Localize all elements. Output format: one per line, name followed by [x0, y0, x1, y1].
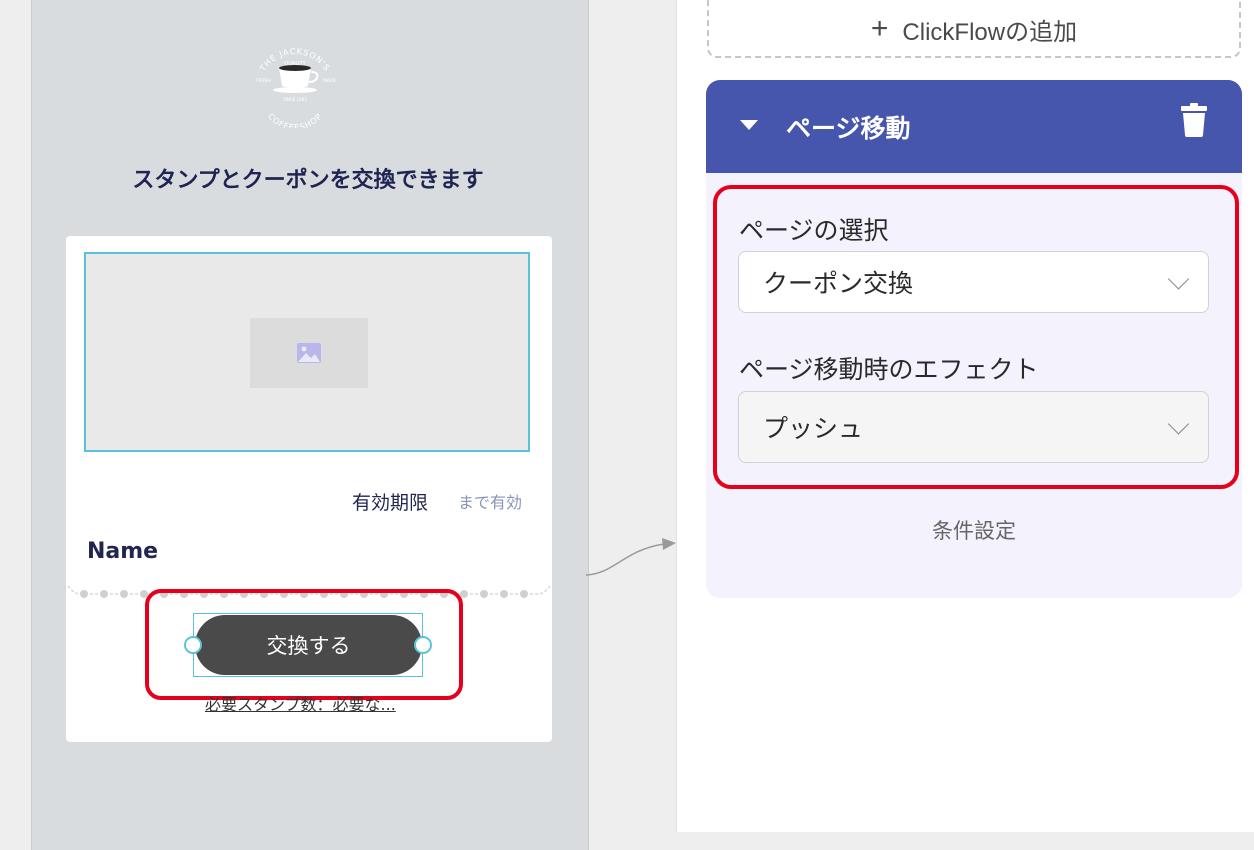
logo-right-text: MADE — [323, 78, 336, 84]
flow-arrow-icon — [585, 538, 676, 576]
add-clickflow-button[interactable]: + ClickFlowの追加 — [707, 0, 1241, 58]
panel-title: ページ移動 — [786, 114, 911, 143]
highlight-box-settings — [713, 185, 1239, 489]
image-placeholder-inner — [250, 318, 368, 388]
name-label: Name — [87, 539, 159, 564]
expiry-label: 有効期限 — [352, 492, 429, 514]
trash-icon[interactable] — [1181, 103, 1207, 137]
logo-since: SINCE 1983 — [283, 97, 307, 102]
add-clickflow-label: ClickFlowの追加 — [902, 18, 1078, 46]
panel-header[interactable]: ページ移動 — [706, 80, 1242, 173]
caret-down-icon[interactable] — [740, 120, 758, 130]
logo-left-text: FRESH — [256, 78, 271, 84]
required-stamps-link[interactable]: 必要スタンプ数：必要な... — [205, 691, 396, 715]
image-placeholder[interactable] — [84, 252, 530, 452]
coffee-logo: THE JACKSON'S COFFEESHOP QUALITY FRESH M… — [256, 47, 336, 128]
condition-settings-link[interactable]: 条件設定 — [706, 515, 1242, 545]
page-heading: スタンプとクーポンを交換できます — [132, 168, 484, 193]
svg-text:COFFEESHOP: COFFEESHOP — [266, 112, 324, 128]
image-placeholder-icon — [297, 343, 321, 363]
highlight-box-button — [145, 589, 463, 700]
expiry-suffix: まで有効 — [458, 493, 523, 512]
logo-bottom-text: COFFEESHOP — [266, 112, 323, 128]
plus-icon: + — [870, 12, 889, 45]
